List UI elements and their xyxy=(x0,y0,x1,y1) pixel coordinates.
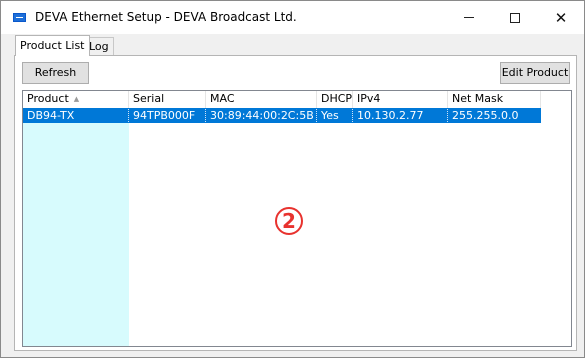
maximize-button[interactable] xyxy=(492,1,538,34)
minimize-button[interactable] xyxy=(446,1,492,34)
column-header-net-mask[interactable]: Net Mask xyxy=(448,91,541,108)
column-header-ipv4[interactable]: IPv4 xyxy=(353,91,448,108)
cell-mac: 30:89:44:00:2C:5B xyxy=(206,108,317,123)
close-icon: ✕ xyxy=(554,8,568,27)
sort-ascending-icon: ▲ xyxy=(73,95,80,103)
table-row[interactable]: DB94-TX 94TPB000F 30:89:44:00:2C:5B Yes … xyxy=(23,108,541,123)
column-header-dhcp[interactable]: DHCP xyxy=(317,91,353,108)
refresh-button[interactable]: Refresh xyxy=(22,62,89,84)
app-window-icon xyxy=(13,13,26,22)
column-header-mac[interactable]: MAC xyxy=(206,91,317,108)
close-button[interactable]: ✕ xyxy=(538,1,584,34)
column-header-product[interactable]: Product ▲ xyxy=(23,91,129,108)
app-window: DEVA Ethernet Setup - DEVA Broadcast Ltd… xyxy=(0,0,585,358)
title-bar[interactable]: DEVA Ethernet Setup - DEVA Broadcast Ltd… xyxy=(1,1,584,34)
sorted-column-highlight xyxy=(23,108,129,346)
product-list-panel: Refresh Edit Product Product ▲ Serial MAC… xyxy=(14,55,577,351)
edit-product-button[interactable]: Edit Product xyxy=(500,62,570,84)
cell-ipv4: 10.130.2.77 xyxy=(353,108,448,123)
window-title: DEVA Ethernet Setup - DEVA Broadcast Ltd… xyxy=(35,10,297,24)
cell-net-mask: 255.255.0.0 xyxy=(452,109,519,122)
step-number-badge: 2 xyxy=(275,207,303,235)
column-header-filler xyxy=(541,91,571,108)
tab-product-list[interactable]: Product List xyxy=(15,35,90,56)
table-header: Product ▲ Serial MAC DHCP IPv4 Net Mask xyxy=(23,91,571,108)
minimize-icon xyxy=(464,17,474,18)
cell-product: DB94-TX xyxy=(23,108,129,123)
cell-dhcp: Yes xyxy=(317,108,353,123)
maximize-icon xyxy=(510,12,520,23)
column-header-serial[interactable]: Serial xyxy=(129,91,206,108)
cell-serial: 94TPB000F xyxy=(129,108,206,123)
column-header-label: Product xyxy=(27,92,69,105)
